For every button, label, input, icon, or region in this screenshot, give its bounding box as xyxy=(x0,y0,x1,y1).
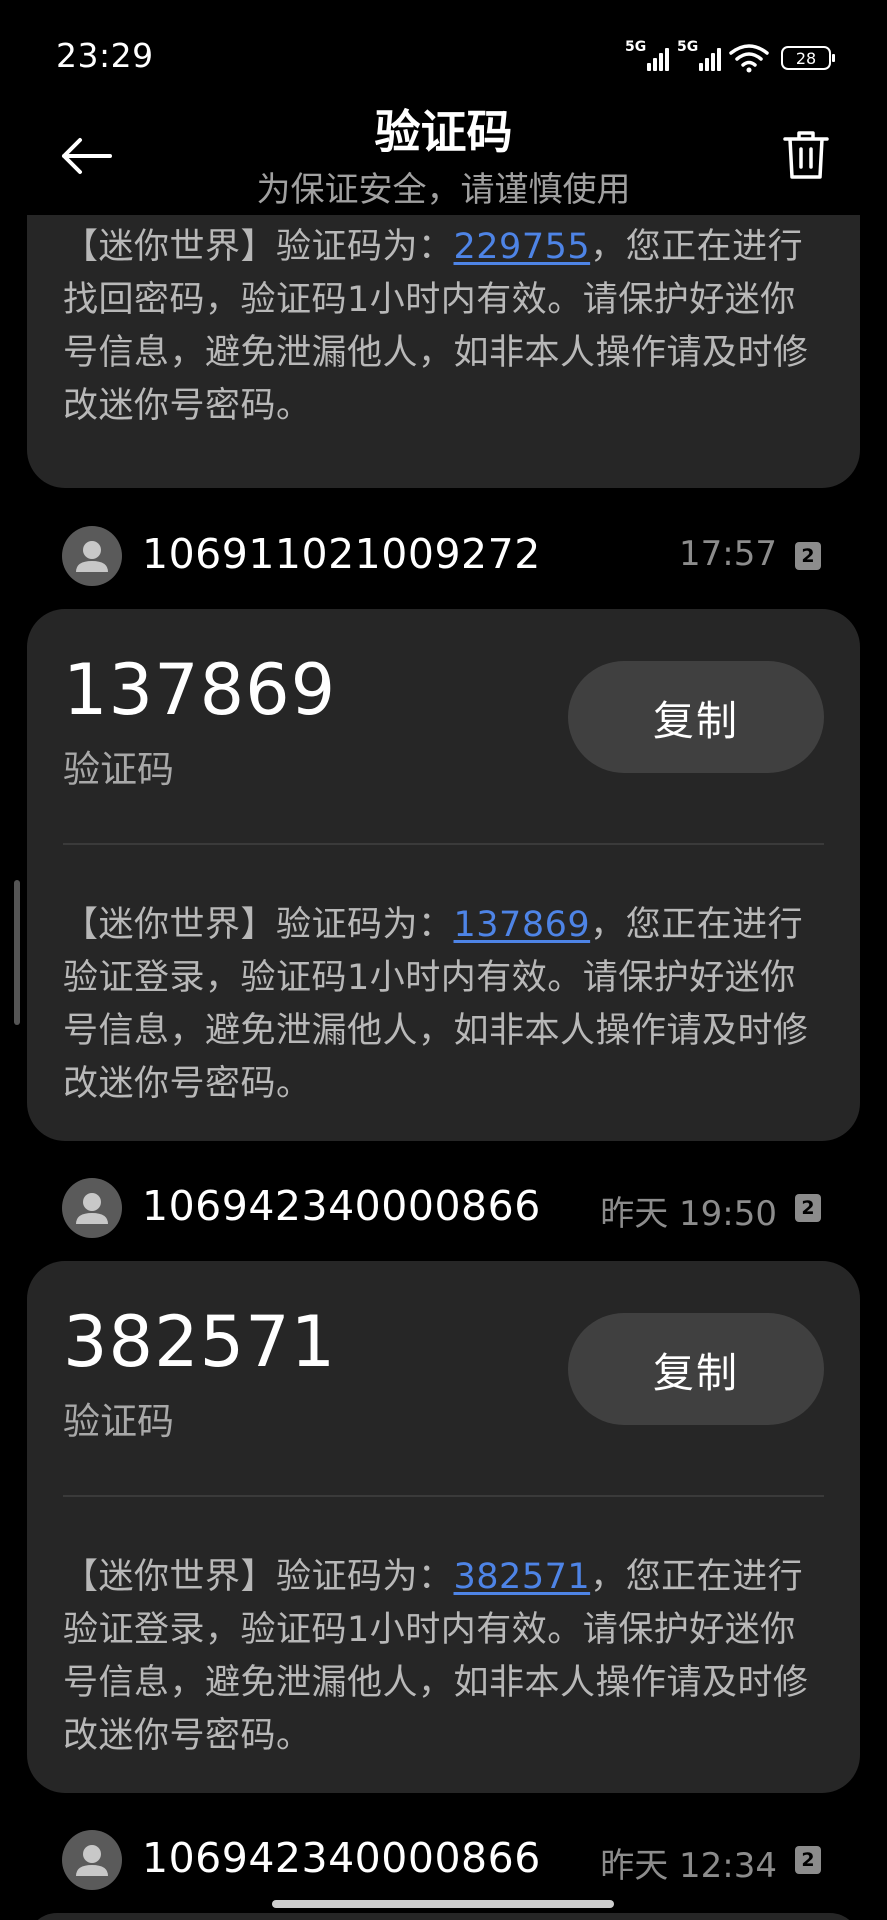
sim-badge: 2 xyxy=(795,1846,821,1874)
verification-code: 382571 xyxy=(63,1301,337,1383)
wifi-icon xyxy=(729,44,769,73)
verification-code-card[interactable]: 382571 验证码 复制 【迷你世界】验证码为：382571，您正在进行验证登… xyxy=(27,1261,860,1793)
message-list[interactable]: 【迷你世界】验证码为：229755，您正在进行找回密码，验证码1小时内有效。请保… xyxy=(0,215,887,1920)
message-card[interactable] xyxy=(27,1913,860,1920)
message-body: 【迷你世界】验证码为：382571，您正在进行验证登录，验证码1小时内有效。请保… xyxy=(63,1557,809,1756)
battery-icon: 28 xyxy=(781,46,835,70)
message-time: 17:57 xyxy=(679,534,777,574)
cellular-signal-icon: 5G xyxy=(625,39,669,73)
page-title: 验证码 xyxy=(374,105,513,159)
person-icon xyxy=(76,1193,108,1224)
sim-badge: 2 xyxy=(795,1194,821,1222)
sender-number: 106911021009272 xyxy=(142,530,541,578)
sender-row[interactable]: 106942340000866 昨天 12:34 2 xyxy=(0,1824,887,1894)
delete-button[interactable] xyxy=(777,124,835,186)
avatar xyxy=(62,526,122,586)
code-label: 验证码 xyxy=(63,1400,174,1443)
sender-number: 106942340000866 xyxy=(142,1182,541,1230)
sim-badge: 2 xyxy=(795,542,821,570)
message-time: 昨天 12:34 xyxy=(600,1846,777,1886)
header: 验证码 为保证安全，请谨慎使用 xyxy=(0,90,887,215)
verification-code: 137869 xyxy=(63,649,337,731)
code-label: 验证码 xyxy=(63,748,174,791)
copy-button[interactable]: 复制 xyxy=(568,1313,824,1425)
message-body: 【迷你世界】验证码为：137869，您正在进行验证登录，验证码1小时内有效。请保… xyxy=(63,905,809,1104)
divider xyxy=(63,1495,824,1497)
home-indicator[interactable] xyxy=(272,1900,614,1908)
code-link[interactable]: 137869 xyxy=(454,905,591,945)
message-body: 【迷你世界】验证码为：229755，您正在进行找回密码，验证码1小时内有效。请保… xyxy=(63,227,809,426)
code-link[interactable]: 382571 xyxy=(454,1557,591,1597)
message-time: 昨天 19:50 xyxy=(600,1194,777,1234)
code-link[interactable]: 229755 xyxy=(454,227,591,267)
status-time: 23:29 xyxy=(56,36,154,75)
trash-icon xyxy=(783,131,829,179)
scrollbar[interactable] xyxy=(14,880,20,1025)
battery-level: 28 xyxy=(795,48,817,68)
cellular-signal-icon: 5G xyxy=(677,39,721,73)
verification-code-card[interactable]: 137869 验证码 复制 【迷你世界】验证码为：137869，您正在进行验证登… xyxy=(27,609,860,1141)
copy-button[interactable]: 复制 xyxy=(568,661,824,773)
page-subtitle: 为保证安全，请谨慎使用 xyxy=(256,170,631,210)
person-icon xyxy=(76,1845,108,1876)
avatar xyxy=(62,1830,122,1890)
avatar xyxy=(62,1178,122,1238)
person-icon xyxy=(76,541,108,572)
divider xyxy=(63,843,824,845)
status-icons: 5G 5G 28 xyxy=(625,39,835,76)
sender-row[interactable]: 106942340000866 昨天 19:50 2 xyxy=(0,1172,887,1242)
message-card[interactable]: 【迷你世界】验证码为：229755，您正在进行找回密码，验证码1小时内有效。请保… xyxy=(27,215,860,488)
sender-row[interactable]: 106911021009272 17:57 2 xyxy=(0,520,887,590)
sender-number: 106942340000866 xyxy=(142,1834,541,1882)
